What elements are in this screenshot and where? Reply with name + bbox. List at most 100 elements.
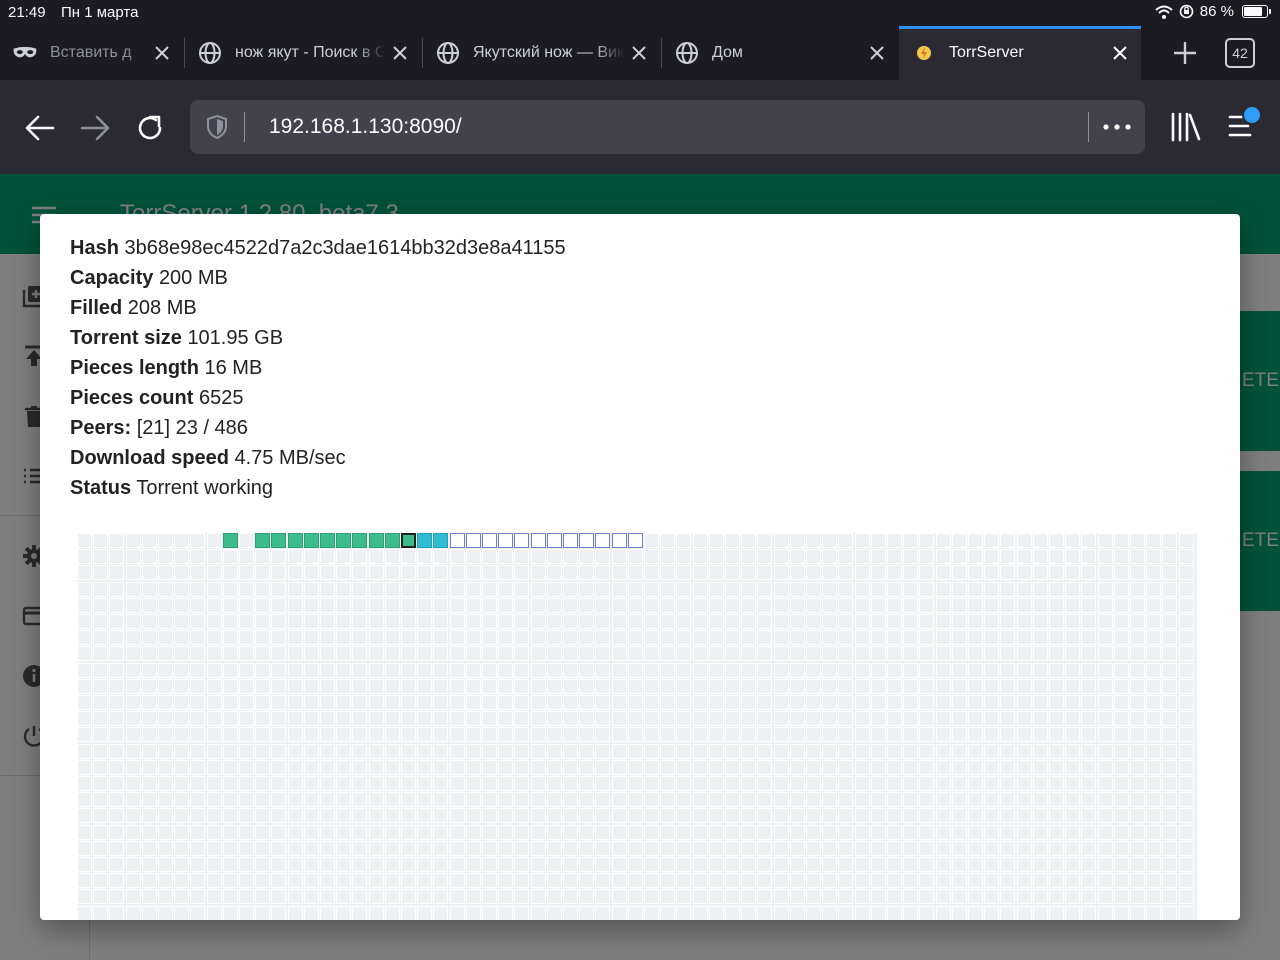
tab-home[interactable]: Дом — [662, 26, 898, 80]
cache-cell — [352, 549, 368, 565]
cache-cell — [206, 857, 222, 872]
cache-cell — [498, 678, 514, 694]
cache-cell — [579, 549, 595, 565]
cache-cell — [870, 857, 886, 872]
cache-cell — [757, 776, 773, 791]
cache-cell — [271, 792, 287, 808]
cache-cell — [222, 857, 238, 872]
url-text[interactable]: 192.168.1.130:8090/ — [269, 115, 462, 139]
cache-cell — [563, 549, 578, 565]
close-tab-icon[interactable] — [862, 38, 892, 68]
cache-cell — [1113, 711, 1129, 727]
cache-cell — [352, 646, 368, 662]
cache-cell — [190, 840, 206, 856]
address-bar[interactable]: 192.168.1.130:8090/ — [190, 100, 1145, 154]
cache-cell — [854, 905, 870, 920]
tab-wikipedia[interactable]: Якутский нож — Википедия — [423, 26, 660, 80]
cache-cell — [222, 630, 238, 646]
info-row-filled: Filled 208 MB — [70, 296, 566, 326]
tab-title: Вставить д — [50, 44, 132, 61]
cache-cell — [951, 711, 967, 727]
cache-cell — [125, 727, 141, 743]
cache-cell — [384, 759, 400, 775]
page-actions-button[interactable] — [1100, 112, 1134, 142]
cache-cell — [870, 792, 886, 808]
cache-cell — [595, 711, 611, 727]
cache-cell — [870, 743, 886, 759]
cache-cell — [222, 711, 238, 727]
tracking-protection-shield-icon[interactable] — [205, 114, 229, 140]
cache-cell — [741, 808, 757, 824]
cache-cell — [206, 565, 222, 581]
cache-cell — [822, 889, 838, 905]
cache-cell — [595, 646, 611, 662]
cache-cell — [789, 646, 805, 662]
cache-cell — [676, 759, 692, 775]
cache-cell — [870, 630, 886, 646]
cache-cell — [125, 792, 141, 808]
cache-cell — [1113, 695, 1129, 710]
cache-cell — [708, 533, 724, 548]
close-tab-icon[interactable] — [147, 38, 177, 68]
cache-cell — [222, 597, 238, 613]
reload-button[interactable] — [130, 108, 170, 148]
new-tab-button[interactable] — [1168, 36, 1202, 70]
cache-cell — [1032, 695, 1048, 710]
cache-piece-queued — [627, 533, 643, 548]
cache-piece-queued — [465, 533, 481, 548]
cache-cell — [1097, 792, 1113, 808]
cache-cell — [384, 630, 400, 646]
cache-cell — [741, 662, 757, 678]
tab-private[interactable]: Вставить д — [0, 26, 183, 80]
cache-cell — [158, 614, 173, 629]
cache-cell — [1016, 905, 1032, 920]
cache-cell — [352, 630, 368, 646]
cache-cell — [222, 792, 238, 808]
cache-cell — [773, 727, 789, 743]
cache-cell — [77, 630, 92, 646]
cache-cell — [660, 792, 676, 808]
cache-cell — [401, 630, 416, 646]
cache-cell — [287, 776, 303, 791]
close-tab-icon[interactable] — [624, 38, 654, 68]
cache-cell — [109, 727, 125, 743]
cache-cell — [1130, 549, 1145, 565]
cache-cell — [384, 662, 400, 678]
cache-cell — [627, 549, 643, 565]
cache-cell — [708, 678, 724, 694]
cache-cell — [838, 840, 854, 856]
cache-cell — [692, 614, 708, 629]
cache-cell — [903, 565, 919, 581]
cache-cell — [271, 581, 287, 597]
close-tab-icon[interactable] — [1105, 38, 1135, 68]
back-button[interactable] — [20, 108, 60, 148]
tab-count-button[interactable]: 42 — [1225, 38, 1255, 68]
cache-cell — [255, 695, 271, 710]
cache-cell — [336, 905, 352, 920]
cache-cell — [1113, 549, 1129, 565]
close-tab-icon[interactable] — [385, 38, 415, 68]
forward-button[interactable] — [75, 108, 115, 148]
cache-cell — [789, 597, 805, 613]
cache-cell — [676, 711, 692, 727]
tab-torrserver[interactable]: TorrServer — [899, 26, 1141, 80]
cache-cell — [579, 630, 595, 646]
cache-cell — [1000, 614, 1016, 629]
cache-cell — [1178, 678, 1194, 694]
cache-cell — [725, 873, 740, 889]
cache-cell — [482, 840, 497, 856]
cache-cell — [676, 889, 692, 905]
urlbar-divider — [1088, 112, 1089, 142]
cache-cell — [627, 840, 643, 856]
cache-cell — [773, 873, 789, 889]
library-icon[interactable] — [1166, 108, 1204, 146]
cache-cell — [692, 873, 708, 889]
cache-cell — [822, 792, 838, 808]
cache-cell — [546, 873, 562, 889]
cache-cell — [692, 630, 708, 646]
tab-google-search[interactable]: нож якут - Поиск в Google — [185, 26, 421, 80]
cache-cell — [627, 646, 643, 662]
cache-cell — [401, 565, 416, 581]
cache-cell — [838, 857, 854, 872]
cache-cell — [854, 662, 870, 678]
